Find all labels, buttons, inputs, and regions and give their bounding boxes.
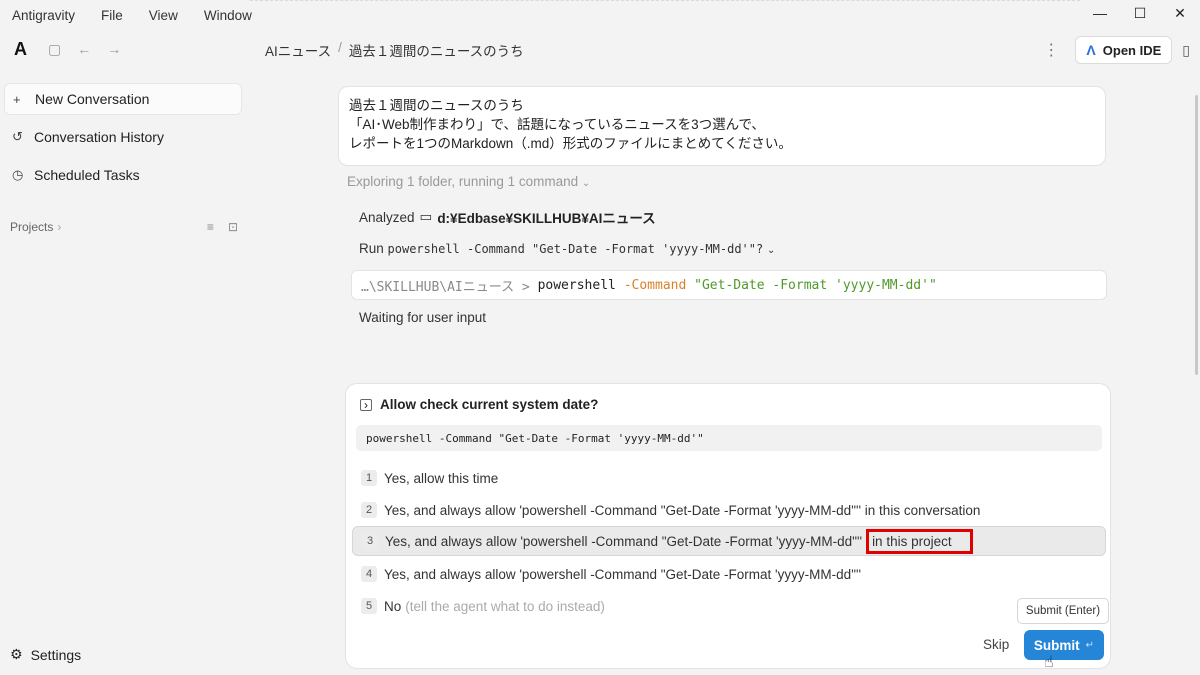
terminal-command: powershell	[537, 277, 616, 293]
drag-region	[250, 0, 1080, 1]
logo-icon: A	[14, 38, 27, 59]
analyzed-path[interactable]: d:¥Edbase¥SKILLHUB¥AIニュース	[437, 207, 655, 227]
option-number: 2	[361, 502, 377, 518]
option-deny[interactable]: 5 No (tell the agent what to do instead)	[352, 591, 1106, 621]
analyzed-label: Analyzed	[359, 209, 415, 225]
breadcrumb-separator: /	[338, 40, 342, 55]
analyzed-step: Analyzed ▭ d:¥Edbase¥SKILLHUB¥AIニュース	[359, 207, 656, 227]
main-header: AIニュース / 過去１週間のニュースのうち ⋮ Λ Open IDE ▯	[248, 34, 1200, 66]
prompt-line: レポートを1つのMarkdown（.md）形式のファイルにまとめてください。	[349, 136, 792, 151]
option-number: 5	[361, 598, 377, 614]
submit-tooltip: Submit (Enter)	[1017, 598, 1109, 624]
option-label: Yes, allow this time	[384, 470, 499, 486]
option-allow-conversation[interactable]: 2 Yes, and always allow 'powershell -Com…	[352, 495, 1106, 525]
scrollbar[interactable]	[1195, 95, 1198, 375]
terminal-icon: ›	[360, 398, 372, 412]
window-controls: — ☐ ✕	[1080, 0, 1200, 26]
breadcrumb-project[interactable]: AIニュース	[265, 40, 331, 60]
breadcrumb: AIニュース / 過去１週間のニュースのうち	[265, 40, 524, 60]
chevron-right-icon[interactable]: ›	[57, 220, 61, 234]
approval-title-text: Allow check current system date?	[380, 397, 599, 412]
run-label: Run	[359, 241, 384, 256]
history-icon: ↺	[12, 129, 23, 144]
sidebar-item-conversation-history[interactable]: ↺ Conversation History	[4, 121, 242, 153]
breadcrumb-conversation[interactable]: 過去１週間のニュースのうち	[349, 40, 524, 60]
sidebar-item-new-conversation[interactable]: + New Conversation	[4, 83, 242, 115]
sidebar-item-label: Scheduled Tasks	[34, 167, 140, 183]
header-actions: ⋮ Λ Open IDE ▯	[1037, 36, 1190, 64]
option-label: Yes, and always allow 'powershell -Comma…	[384, 566, 862, 582]
approval-card: › Allow check current system date? power…	[345, 383, 1111, 669]
projects-header: Projects › ≡ ⊡	[10, 220, 238, 234]
prompt-line: 「AI･Web制作まわり」で、話題になっているニュースを3つ選んで、	[349, 117, 765, 132]
gear-icon: ⚙	[10, 646, 23, 662]
terminal-cwd: …\SKILLHUB\AIニュース >	[361, 279, 530, 295]
approval-command: powershell -Command "Get-Date -Format 'y…	[356, 425, 1102, 451]
submit-button[interactable]: Submit ↵	[1024, 630, 1104, 660]
sidebar: A ▢ ← → + New Conversation ↺ Conversatio…	[0, 30, 248, 675]
terminal-argument: "Get-Date -Format 'yyyy-MM-dd'"	[694, 277, 937, 293]
chevron-down-icon: ⌄	[766, 245, 776, 256]
maximize-icon[interactable]: ☐	[1120, 0, 1160, 26]
more-options-icon[interactable]: ⋮	[1037, 40, 1065, 60]
status-text: Waiting for user input	[359, 310, 487, 325]
approval-title: › Allow check current system date?	[360, 397, 598, 412]
sidebar-item-label: Conversation History	[34, 129, 164, 145]
open-ide-label: Open IDE	[1102, 42, 1162, 58]
run-command: powershell -Command "Get-Date -Format 'y…	[387, 242, 764, 256]
option-allow-project[interactable]: 3 Yes, and always allow 'powershell -Com…	[352, 526, 1106, 556]
option-allow-always[interactable]: 4 Yes, and always allow 'powershell -Com…	[352, 559, 1106, 589]
prompt-line: 過去１週間のニュースのうち	[349, 98, 524, 113]
run-step[interactable]: Run powershell -Command "Get-Date -Forma…	[359, 241, 775, 256]
menu-view[interactable]: View	[149, 8, 178, 23]
enter-key-icon: ↵	[1085, 639, 1095, 651]
forward-arrow-icon[interactable]: →	[107, 41, 121, 57]
terminal-output: …\SKILLHUB\AIニュース > powershell -Command …	[351, 270, 1107, 300]
title-bar: Antigravity File View Window — ☐ ✕	[0, 0, 1200, 30]
option-number: 3	[362, 533, 378, 549]
option-highlight: in this project	[866, 528, 973, 554]
projects-label[interactable]: Projects	[10, 220, 53, 234]
menu-app[interactable]: Antigravity	[12, 8, 75, 23]
folder-icon: ▭	[419, 209, 433, 224]
user-message: 過去１週間のニュースのうち 「AI･Web制作まわり」で、話題になっているニュー…	[338, 86, 1106, 166]
clock-icon: ◷	[12, 167, 24, 182]
back-arrow-icon[interactable]: ←	[77, 41, 91, 57]
menu-file[interactable]: File	[101, 8, 123, 23]
option-number: 4	[361, 566, 377, 582]
option-number: 1	[361, 470, 377, 486]
antigravity-logo-icon: Λ	[1086, 42, 1096, 58]
chevron-down-icon: ⌄	[581, 178, 591, 189]
settings-label: Settings	[30, 646, 82, 663]
option-allow-once[interactable]: 1 Yes, allow this time	[352, 463, 1106, 493]
menu-window[interactable]: Window	[204, 8, 252, 23]
sidebar-item-scheduled-tasks[interactable]: ◷ Scheduled Tasks	[4, 159, 242, 191]
filter-icon[interactable]: ≡	[207, 220, 214, 234]
submit-label: Submit	[1033, 637, 1080, 653]
option-label: No	[384, 598, 402, 614]
menu-bar: Antigravity File View Window	[0, 8, 278, 23]
plus-icon: +	[13, 91, 21, 107]
settings-button[interactable]: ⚙ Settings	[10, 646, 81, 663]
skip-button[interactable]: Skip	[983, 637, 1009, 652]
terminal-flag: -Command	[623, 277, 687, 293]
sidebar-toggle-icon[interactable]: ▢	[48, 41, 61, 58]
side-panel-icon[interactable]: ▯	[1182, 42, 1190, 59]
minimize-icon[interactable]: —	[1080, 0, 1120, 26]
close-icon[interactable]: ✕	[1160, 0, 1200, 26]
option-label: Yes, and always allow 'powershell -Comma…	[385, 533, 863, 549]
open-ide-button[interactable]: Λ Open IDE	[1075, 36, 1173, 64]
add-folder-icon[interactable]: ⊡	[228, 220, 238, 234]
option-hint: (tell the agent what to do instead)	[405, 598, 605, 614]
exploring-summary[interactable]: Exploring 1 folder, running 1 command ⌄	[347, 174, 590, 189]
hand-cursor-icon: ☝	[1044, 654, 1054, 671]
projects-tools: ≡ ⊡	[207, 220, 238, 234]
sidebar-item-label: New Conversation	[35, 91, 150, 107]
option-label: Yes, and always allow 'powershell -Comma…	[384, 502, 981, 518]
sidebar-toolbar: A ▢ ← →	[0, 30, 248, 68]
exploring-text: Exploring 1 folder, running 1 command	[347, 174, 579, 189]
